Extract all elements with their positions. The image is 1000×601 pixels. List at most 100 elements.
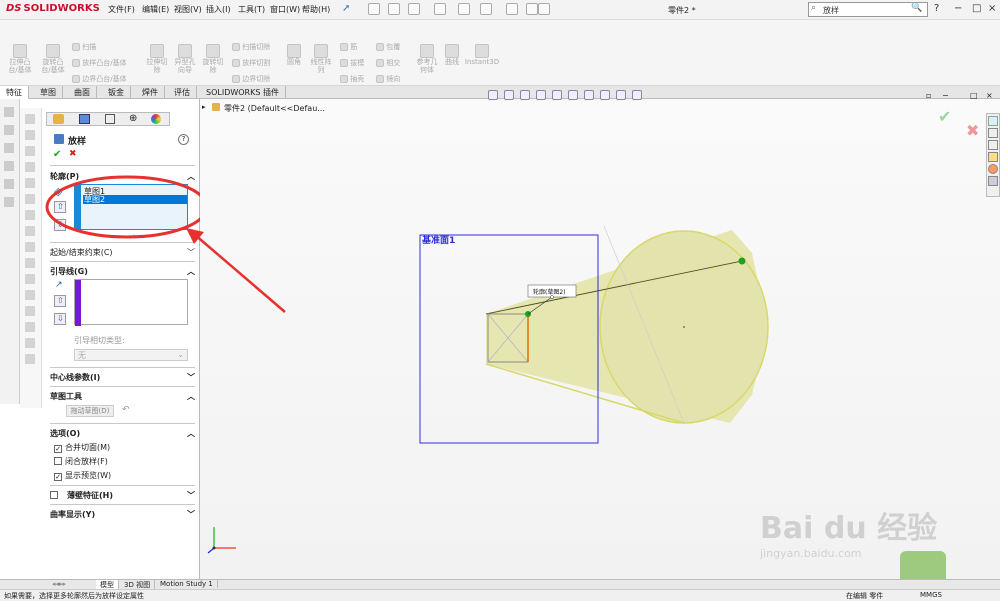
tab-motion-study[interactable]: Motion Study 1 [156,580,218,588]
strip-icon[interactable] [25,338,35,348]
linear-pattern-button[interactable]: 线性阵 列 [306,44,336,74]
strip-icon[interactable] [25,322,35,332]
hole-wizard-icon [178,44,192,58]
swept-cut-button[interactable]: 扫描切除 [232,42,270,52]
menu-window[interactable]: 窗口(W) [270,4,300,15]
undo-icon[interactable] [458,3,470,15]
lofted-cut-button[interactable]: 放样切割 [232,58,270,68]
boundary-boss-icon [72,75,80,83]
revolve-cut-button[interactable]: 旋转切 除 [198,44,228,74]
reference-geometry-button[interactable]: 参考几 何体 [412,44,442,74]
coordinate-triad [207,527,236,554]
strip-icon[interactable] [25,258,35,268]
new-document-icon[interactable] [368,3,380,15]
sweep-button[interactable]: 扫描 [72,42,96,52]
help-button[interactable]: ? [934,3,939,14]
tab-scroll-arrows[interactable]: ◂◂▸▸ [52,580,66,588]
select-icon[interactable] [480,3,492,15]
search-magnifier-icon[interactable]: 🔍 [911,3,922,13]
strip-icon[interactable] [4,179,14,189]
save-icon[interactable] [408,3,420,15]
extrude-boss-button[interactable]: 拉伸凸 台/基体 [5,44,35,74]
strip-icon[interactable] [25,146,35,156]
menu-edit[interactable]: 编辑(E) [142,4,169,15]
command-manager-ribbon: 拉伸凸 台/基体 旋转凸 台/基体 扫描 放样凸台/基体 边界凸台/基体 拉伸切… [0,20,1000,86]
tab-weldments[interactable]: 焊件 [136,86,165,99]
extrude-cut-button[interactable]: 拉伸切 除 [142,44,172,74]
minimize-button[interactable]: − [954,3,962,14]
strip-icon[interactable] [25,130,35,140]
profile-connector-point-2[interactable] [738,257,746,265]
maximize-button[interactable]: □ [972,3,981,14]
file-properties-icon[interactable] [526,3,538,15]
strip-icon[interactable] [4,125,14,135]
watermark-url: jingyan.baidu.com [760,547,862,560]
wrap-label: 包覆 [386,43,401,51]
strip-icon[interactable] [25,210,35,220]
strip-icon[interactable] [25,194,35,204]
curves-icon [445,44,459,58]
status-units[interactable]: MMGS [920,591,942,599]
shell-label: 抽壳 [350,75,365,83]
options-gear-icon[interactable] [538,3,550,15]
revolve-boss-button[interactable]: 旋转凸 台/基体 [38,44,68,74]
hole-wizard-button[interactable]: 异型孔 向导 [170,44,200,74]
sketch-toolbar-strip [20,108,42,408]
strip-icon[interactable] [25,226,35,236]
strip-icon[interactable] [25,306,35,316]
menu-insert[interactable]: 插入(I) [206,4,231,15]
tab-features[interactable]: 特征 [0,86,29,99]
strip-icon[interactable] [4,197,14,207]
search-icon: ⌕ [811,3,817,13]
fillet-icon [287,44,301,58]
close-button[interactable]: × [988,3,996,14]
tab-sheet-metal[interactable]: 钣金 [102,86,131,99]
tab-addins[interactable]: SOLIDWORKS 插件 [200,86,286,99]
tab-surfaces[interactable]: 曲面 [68,86,97,99]
graphics-area[interactable]: ▸ 零件2 (Default<<Defau... ▫ − □ × ✔ ✖ 基准面… [200,90,1000,591]
strip-icon[interactable] [25,178,35,188]
profile-tooltip-text: 轮廓(草图2) [533,288,566,296]
menu-file[interactable]: 文件(F) [108,4,135,15]
instant3d-button[interactable]: Instant3D [464,44,500,66]
loft-boss-icon [72,59,80,67]
instant3d-label: Instant3D [464,58,500,66]
mirror-button[interactable]: 镜向 [376,74,400,84]
strip-icon[interactable] [25,162,35,172]
rib-button[interactable]: 筋 [340,42,357,52]
solidworks-logo[interactable]: DS SOLIDWORKS [6,3,100,14]
strip-icon[interactable] [4,143,14,153]
print-icon[interactable] [434,3,446,15]
fillet-button[interactable]: 圆角 [282,44,306,66]
strip-icon[interactable] [25,274,35,284]
strip-icon[interactable] [25,354,35,364]
shell-icon [340,75,348,83]
status-bar: 如果需要，选择更多轮廓然后为放样设定属性 在编辑 零件 MMGS [0,589,1000,601]
pin-icon[interactable]: ➚ [342,3,350,14]
open-icon[interactable] [388,3,400,15]
curves-button[interactable]: 曲线 [440,44,464,66]
tab-evaluate[interactable]: 评估 [168,86,197,99]
strip-icon[interactable] [25,242,35,252]
boundary-cut-button[interactable]: 边界切除 [232,74,270,84]
strip-icon[interactable] [25,114,35,124]
menu-view[interactable]: 视图(V) [174,4,202,15]
loft-boss-label: 放样凸台/基体 [82,59,127,67]
wrap-button[interactable]: 包覆 [376,42,400,52]
strip-icon[interactable] [25,290,35,300]
draft-button[interactable]: 拔模 [340,58,364,68]
lofted-cut-icon [232,59,240,67]
strip-icon[interactable] [4,161,14,171]
shell-button[interactable]: 抽壳 [340,74,364,84]
menu-tools[interactable]: 工具(T) [238,4,265,15]
intersect-button[interactable]: 相交 [376,58,400,68]
annotation-arrow [186,228,286,313]
strip-icon[interactable] [4,107,14,117]
search-input[interactable]: ⌕ 放样 🔍 [808,2,928,17]
loft-boss-button[interactable]: 放样凸台/基体 [72,58,127,68]
rebuild-icon[interactable] [506,3,518,15]
sweep-label: 扫描 [82,43,97,51]
tab-sketch[interactable]: 草图 [34,86,63,99]
boundary-boss-button[interactable]: 边界凸台/基体 [72,74,127,84]
menu-help[interactable]: 帮助(H) [302,4,330,15]
